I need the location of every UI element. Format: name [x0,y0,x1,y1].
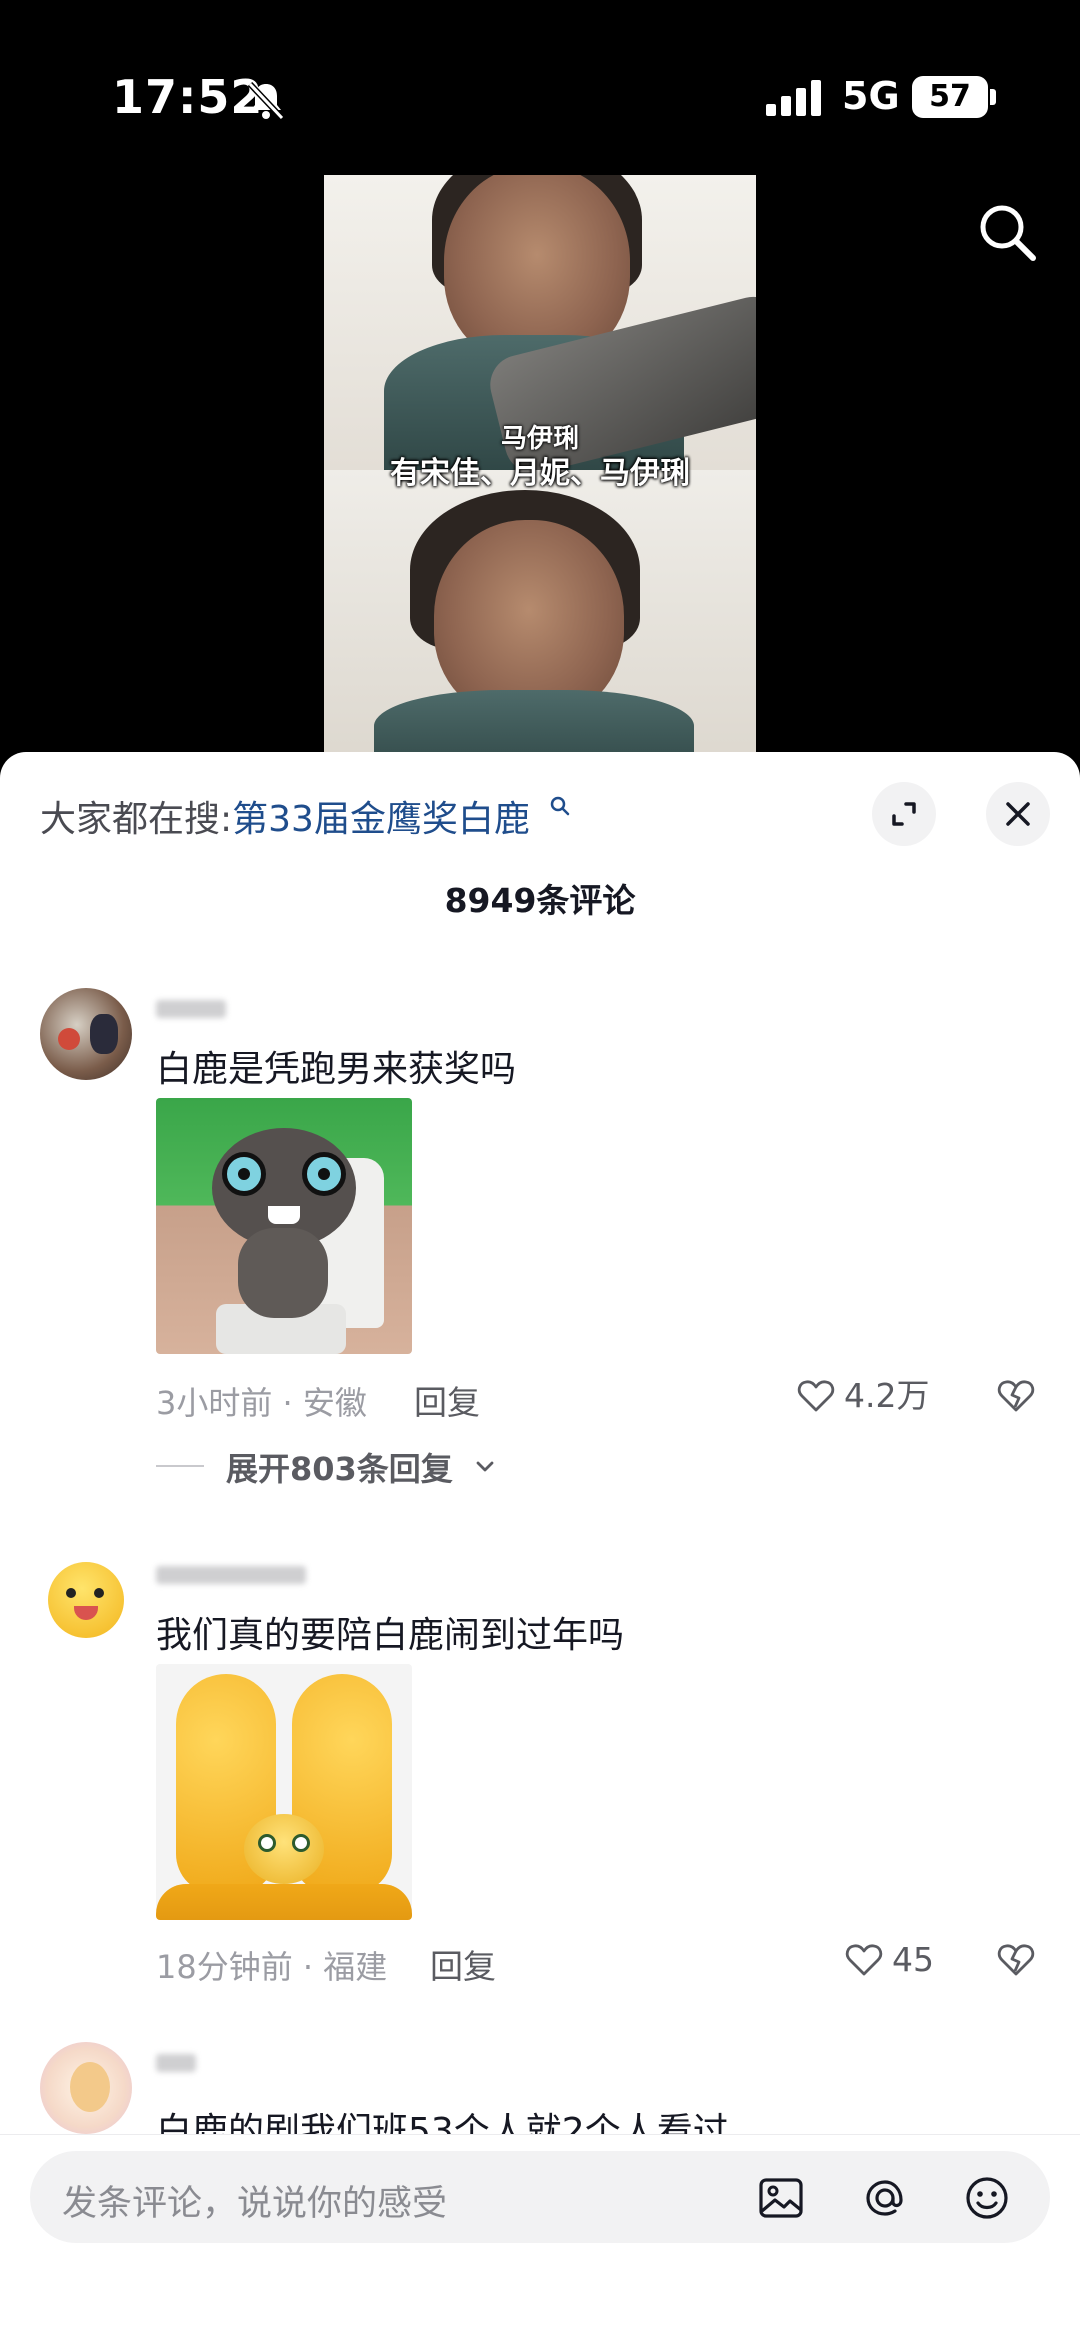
signal-icon [766,80,821,116]
comment-text: 白鹿是凭跑男来获奖吗 [156,1049,517,1090]
reply-button[interactable]: 回复 [430,1940,496,1988]
divider-line [156,1465,204,1467]
close-icon [1006,802,1030,826]
dislike-icon[interactable] [996,1376,1036,1416]
comment-time-location: 18分钟前 · 福建 [156,1948,388,1986]
trending-query-link[interactable]: 第33届金鹰奖白鹿 [232,799,530,840]
comment-text: 我们真的要陪白鹿闹到过年吗 [156,1615,625,1656]
network-type: 5G [842,74,900,118]
heart-icon [845,1944,883,1976]
yellow-creature-sticker[interactable] [156,1664,412,1920]
video-subtitle: 有宋佳、月妮、马伊琍 [390,456,690,491]
like-button[interactable]: 4.2万 [796,1374,956,1418]
avatar[interactable] [40,1554,132,1646]
comment-input[interactable]: 发条评论，说说你的感受 [30,2151,1050,2243]
avatar[interactable] [40,2042,132,2134]
dislike-icon[interactable] [996,1940,1036,1980]
close-button[interactable] [986,782,1050,846]
username-blurred[interactable] [156,996,236,1022]
expand-icon [892,802,916,826]
bell-muted-icon [247,81,285,121]
talking-tom-sticker[interactable] [156,1098,412,1354]
battery-tip [990,89,996,105]
scarf-shape [374,690,694,760]
avatar[interactable] [40,988,132,1080]
trending-search[interactable]: 大家都在搜:第33届金鹰奖白鹿 [40,790,530,842]
username-blurred[interactable] [156,1562,306,1588]
comment-input-placeholder: 发条评论，说说你的感受 [62,2184,448,2224]
username-blurred[interactable] [156,2050,236,2076]
search-small-icon [550,796,570,816]
comment-item: 白鹿是凭跑男来获奖吗 3小时前 · 安徽 回复 4.2万 展开803条回复 [0,988,1080,1488]
trending-prefix: 大家都在搜: [40,799,233,840]
heart-icon [797,1380,835,1412]
expand-replies-button[interactable]: 展开803条回复 [156,1444,516,1488]
comment-item: 我们真的要陪白鹿闹到过年吗 18分钟前 · 福建 回复 45 [0,1554,1080,1986]
emoji-icon[interactable] [962,2173,1012,2223]
chevron-down-icon [476,1461,494,1472]
video-frame-bottom [324,470,756,760]
comment-input-bar: 发条评论，说说你的感受 [0,2134,1080,2345]
comment-count: 8949条评论 [444,881,636,920]
like-count: 4.2万 [844,1376,930,1415]
expand-button[interactable] [872,782,936,846]
like-button[interactable]: 45 [844,1938,964,1982]
battery-icon: 57 [912,76,988,118]
at-icon[interactable] [860,2173,910,2223]
expand-replies-label: 展开803条回复 [226,1450,453,1488]
reply-button[interactable]: 回复 [414,1376,480,1424]
status-bar: 17:52 5G 57 [0,0,1080,170]
search-icon[interactable] [975,200,1039,264]
like-count: 45 [892,1940,934,1979]
comment-time-location: 3小时前 · 安徽 [156,1384,367,1422]
comment-sheet: 大家都在搜:第33届金鹰奖白鹿 8949条评论 白鹿是凭跑男来获奖吗 3小时前 … [0,752,1080,2345]
status-time: 17:52 [112,70,264,124]
video-player[interactable]: 马伊琍 有宋佳、月妮、马伊琍 [324,175,756,760]
image-icon[interactable] [756,2173,806,2223]
